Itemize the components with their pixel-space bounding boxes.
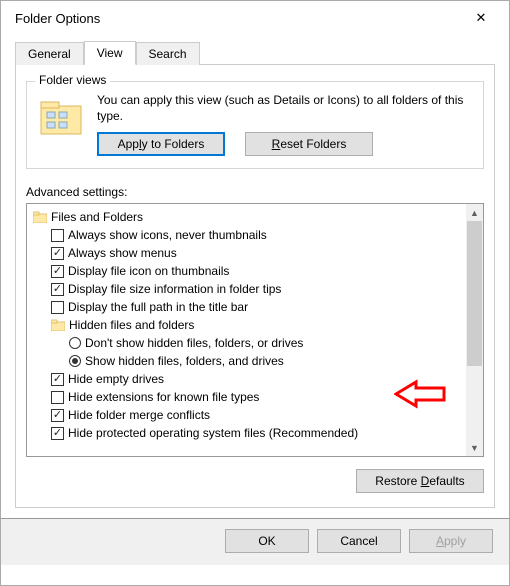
checkbox[interactable] [51, 229, 64, 242]
title-bar: Folder Options ✕ [1, 1, 509, 33]
restore-defaults-button[interactable]: Restore Defaults [356, 469, 484, 493]
checkbox[interactable] [51, 301, 64, 314]
checkbox[interactable] [51, 247, 64, 260]
reset-folders-button[interactable]: Reset Folders [245, 132, 373, 156]
checkbox[interactable] [51, 283, 64, 296]
ok-button[interactable]: OK [225, 529, 309, 553]
radio[interactable] [69, 355, 81, 367]
folder-icon [51, 319, 65, 331]
tree-item[interactable]: Hide folder merge conflicts [33, 406, 483, 424]
checkbox[interactable] [51, 409, 64, 422]
cancel-button[interactable]: Cancel [317, 529, 401, 553]
folder-icon [33, 211, 47, 223]
tree-group-files-folders: Files and Folders [33, 208, 483, 226]
tree-item[interactable]: Hide empty drives [33, 370, 483, 388]
tab-general[interactable]: General [15, 42, 84, 65]
checkbox[interactable] [51, 265, 64, 278]
apply-to-folders-button[interactable]: Apply to Folders [97, 132, 225, 156]
folder-views-icon [37, 92, 85, 140]
apply-button[interactable]: Apply [409, 529, 493, 553]
scroll-down-arrow[interactable]: ▼ [466, 439, 483, 456]
tree-radio-dont-show-hidden[interactable]: Don't show hidden files, folders, or dri… [33, 334, 483, 352]
scrollbar[interactable]: ▲ ▼ [466, 204, 483, 456]
folder-views-text: You can apply this view (such as Details… [97, 92, 473, 124]
folder-views-label: Folder views [35, 73, 110, 87]
advanced-settings-tree[interactable]: Files and Folders Always show icons, nev… [26, 203, 484, 457]
tab-search[interactable]: Search [136, 42, 200, 65]
tab-bar: General View Search [15, 41, 495, 65]
scroll-up-arrow[interactable]: ▲ [466, 204, 483, 221]
tree-item[interactable]: Always show menus [33, 244, 483, 262]
checkbox[interactable] [51, 373, 64, 386]
tree-item[interactable]: Always show icons, never thumbnails [33, 226, 483, 244]
close-button[interactable]: ✕ [463, 6, 499, 30]
scroll-thumb[interactable] [467, 221, 482, 366]
dialog-button-row: OK Cancel Apply [1, 518, 509, 565]
scroll-track[interactable] [466, 221, 483, 439]
tab-panel-view: Folder views You can apply this view (su… [15, 65, 495, 508]
tree-item[interactable]: Hide protected operating system files (R… [33, 424, 483, 442]
radio[interactable] [69, 337, 81, 349]
tab-view[interactable]: View [84, 41, 136, 65]
tree-item[interactable]: Display file icon on thumbnails [33, 262, 483, 280]
tree-item[interactable]: Display the full path in the title bar [33, 298, 483, 316]
checkbox[interactable] [51, 427, 64, 440]
advanced-settings-label: Advanced settings: [26, 185, 484, 199]
folder-views-group: Folder views You can apply this view (su… [26, 81, 484, 169]
tree-radio-show-hidden[interactable]: Show hidden files, folders, and drives [33, 352, 483, 370]
tree-item[interactable]: Display file size information in folder … [33, 280, 483, 298]
dialog-title: Folder Options [15, 11, 100, 26]
checkbox[interactable] [51, 391, 64, 404]
tree-item[interactable]: Hide extensions for known file types [33, 388, 483, 406]
tree-group-hidden: Hidden files and folders [33, 316, 483, 334]
content-area: General View Search Folder views You can… [1, 33, 509, 508]
